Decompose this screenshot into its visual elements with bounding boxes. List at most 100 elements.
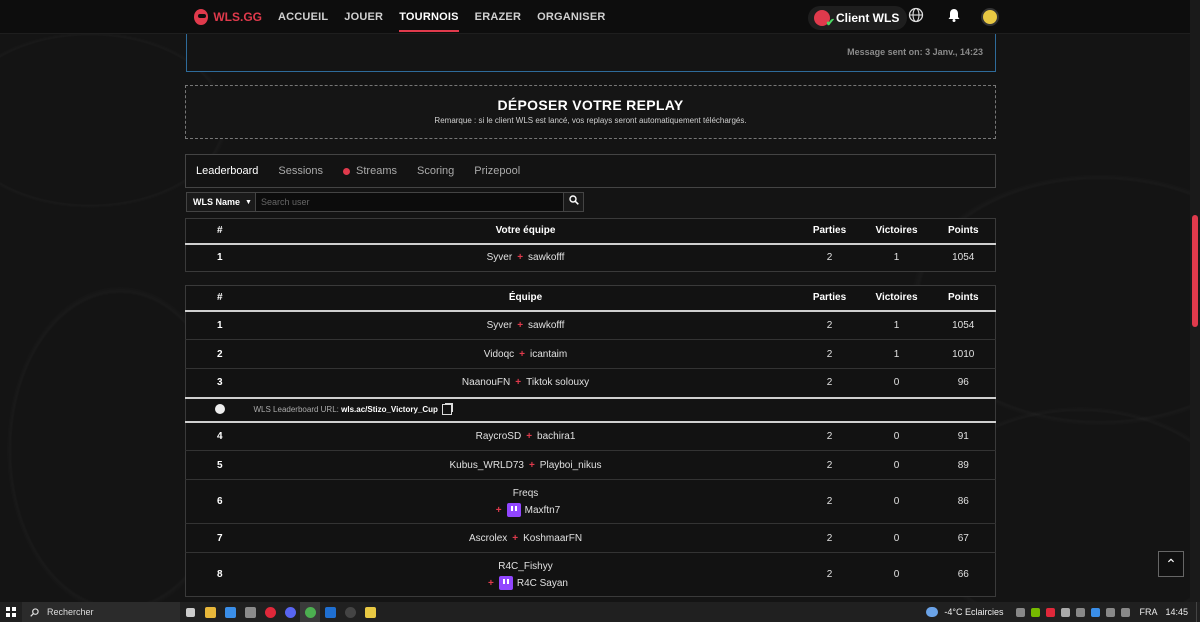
player-name[interactable]: icantaim xyxy=(530,349,567,360)
nav-organiser[interactable]: ORGANISER xyxy=(537,0,605,34)
twitch-icon[interactable] xyxy=(498,575,513,590)
tab-prizepool[interactable]: Prizepool xyxy=(474,165,520,177)
search-button[interactable] xyxy=(564,192,584,212)
tray-icon[interactable] xyxy=(1091,607,1101,617)
nav-erazer[interactable]: ERAZER xyxy=(475,0,521,34)
table-row: 2 Vidoqc + icantaim 2 1 1010 xyxy=(185,339,996,369)
search-input[interactable] xyxy=(256,192,564,212)
taskbar-search[interactable]: Rechercher xyxy=(22,602,180,622)
team-cell: Vidoqc + icantaim xyxy=(253,339,798,369)
team-cell: RaycroSD + bachira1 xyxy=(253,421,798,451)
nav-tournois[interactable]: TOURNOIS xyxy=(399,0,460,34)
points-cell: 67 xyxy=(931,523,996,553)
parties-cell: 2 xyxy=(797,310,862,340)
taskbar-app-discord[interactable] xyxy=(280,602,300,622)
page-scrollbar[interactable] xyxy=(1190,0,1200,602)
plus-icon: + xyxy=(519,348,525,360)
player-name[interactable]: sawkofff xyxy=(528,252,564,263)
tab-leaderboard[interactable]: Leaderboard xyxy=(196,165,258,177)
taskbar-app-opera[interactable] xyxy=(260,602,280,622)
points-cell: 91 xyxy=(931,421,996,451)
taskbar-app-taskview[interactable] xyxy=(180,602,200,622)
team-cell: NaanouFN + Tiktok solouxy xyxy=(253,368,798,398)
language-indicator[interactable]: FRA xyxy=(1139,607,1157,617)
clock[interactable]: 14:45 xyxy=(1165,607,1188,617)
wls-logo[interactable]: WLS.GG xyxy=(194,8,262,25)
player-name[interactable]: Ascrolex xyxy=(469,533,507,544)
player-name[interactable]: Vidoqc xyxy=(484,349,514,360)
player-name[interactable]: KoshmaarFN xyxy=(523,533,582,544)
weather-icon[interactable] xyxy=(926,607,939,617)
table-row: 4 RaycroSD + bachira1 2 0 91 xyxy=(185,421,996,451)
show-desktop-button[interactable] xyxy=(1196,602,1200,622)
player-name[interactable]: Syver xyxy=(487,252,513,263)
taskbar-app-4[interactable] xyxy=(340,602,360,622)
twitch-icon[interactable] xyxy=(506,502,521,517)
player-name[interactable]: Syver xyxy=(487,320,513,331)
points-cell: 89 xyxy=(931,450,996,480)
player-name[interactable]: Tiktok solouxy xyxy=(526,377,589,388)
col-victoires: Victoires xyxy=(861,218,932,245)
search-field-dropdown[interactable]: WLS Name ▼ xyxy=(186,192,256,212)
taskbar-search-label: Rechercher xyxy=(47,607,94,617)
live-dot-icon xyxy=(343,167,351,175)
globe-icon[interactable] xyxy=(906,7,926,27)
user-avatar[interactable] xyxy=(981,8,999,26)
client-wls-button[interactable]: ✔ Client WLS xyxy=(808,6,908,30)
player-name[interactable]: Freqs xyxy=(513,488,539,499)
tray-icon[interactable] xyxy=(1016,607,1026,617)
player-name[interactable]: RaycroSD xyxy=(476,431,522,442)
tab-scoring[interactable]: Scoring xyxy=(417,165,454,177)
taskbar-app-1[interactable] xyxy=(220,602,240,622)
copy-icon[interactable] xyxy=(441,403,452,415)
url-link[interactable]: wls.ac/Stizo_Victory_Cup xyxy=(341,405,438,414)
player-name[interactable]: sawkofff xyxy=(528,320,564,331)
tray-icon[interactable] xyxy=(1121,607,1131,617)
victoires-cell: 0 xyxy=(861,479,932,524)
tab-streams[interactable]: Streams xyxy=(343,165,397,177)
rank-cell: 5 xyxy=(185,450,254,480)
weather-text[interactable]: -4°C Eclaircies xyxy=(944,607,1003,617)
nav-jouer[interactable]: JOUER xyxy=(344,0,383,34)
tray-icon[interactable] xyxy=(1106,607,1116,617)
table-row: 3 NaanouFN + Tiktok solouxy 2 0 96 xyxy=(185,368,996,398)
tray-icon[interactable] xyxy=(1031,607,1041,617)
player-name[interactable]: R4C_Fishyy xyxy=(498,561,552,572)
player-name[interactable]: Kubus_WRLD73 xyxy=(449,460,523,471)
tray-icon[interactable] xyxy=(1046,607,1056,617)
tab-sessions[interactable]: Sessions xyxy=(278,165,323,177)
player-name[interactable]: bachira1 xyxy=(537,431,575,442)
player-name[interactable]: NaanouFN xyxy=(462,377,510,388)
taskbar-app-2[interactable] xyxy=(240,602,260,622)
url-icon-cell xyxy=(185,396,254,423)
parties-cell: 2 xyxy=(797,479,862,524)
taskbar-app-5[interactable] xyxy=(360,602,380,622)
player-name[interactable]: Playboi_nikus xyxy=(540,460,602,471)
taskbar-app-chrome[interactable] xyxy=(300,602,320,622)
nav-accueil[interactable]: ACCUEIL xyxy=(278,0,328,34)
bell-icon[interactable] xyxy=(944,7,964,27)
plus-icon: + xyxy=(517,252,524,264)
tray-icon[interactable] xyxy=(1061,607,1071,617)
taskbar-app-explorer[interactable] xyxy=(200,602,220,622)
plus-icon: + xyxy=(495,504,502,516)
team-cell: Syver + sawkofff xyxy=(253,243,798,272)
player-name[interactable]: R4C Sayan xyxy=(517,578,568,589)
client-label: Client WLS xyxy=(836,11,900,25)
client-logo-icon: ✔ xyxy=(814,10,835,29)
taskbar-app-3[interactable] xyxy=(320,602,340,622)
rank-cell: 7 xyxy=(185,523,254,553)
player-name[interactable]: Maxftn7 xyxy=(525,505,561,516)
tray-icon[interactable] xyxy=(1076,607,1086,617)
url-cell: WLS Leaderboard URL: wls.ac/Stizo_Victor… xyxy=(253,396,996,423)
message-timestamp: Message sent on: 3 Janv., 14:23 xyxy=(847,47,983,57)
table-row: 1 Syver + sawkofff 2 1 1054 xyxy=(185,310,996,340)
scrollbar-thumb[interactable] xyxy=(1192,215,1198,327)
rank-cell: 3 xyxy=(185,368,254,398)
back-to-top-button[interactable]: ⌃ xyxy=(1158,551,1184,577)
plus-icon: + xyxy=(517,319,524,331)
start-button[interactable] xyxy=(0,602,22,622)
replay-dropzone[interactable]: DÉPOSER VOTRE REPLAY Remarque : si le cl… xyxy=(185,85,996,139)
tab-streams-label: Streams xyxy=(356,165,397,177)
victoires-cell: 1 xyxy=(861,243,932,272)
